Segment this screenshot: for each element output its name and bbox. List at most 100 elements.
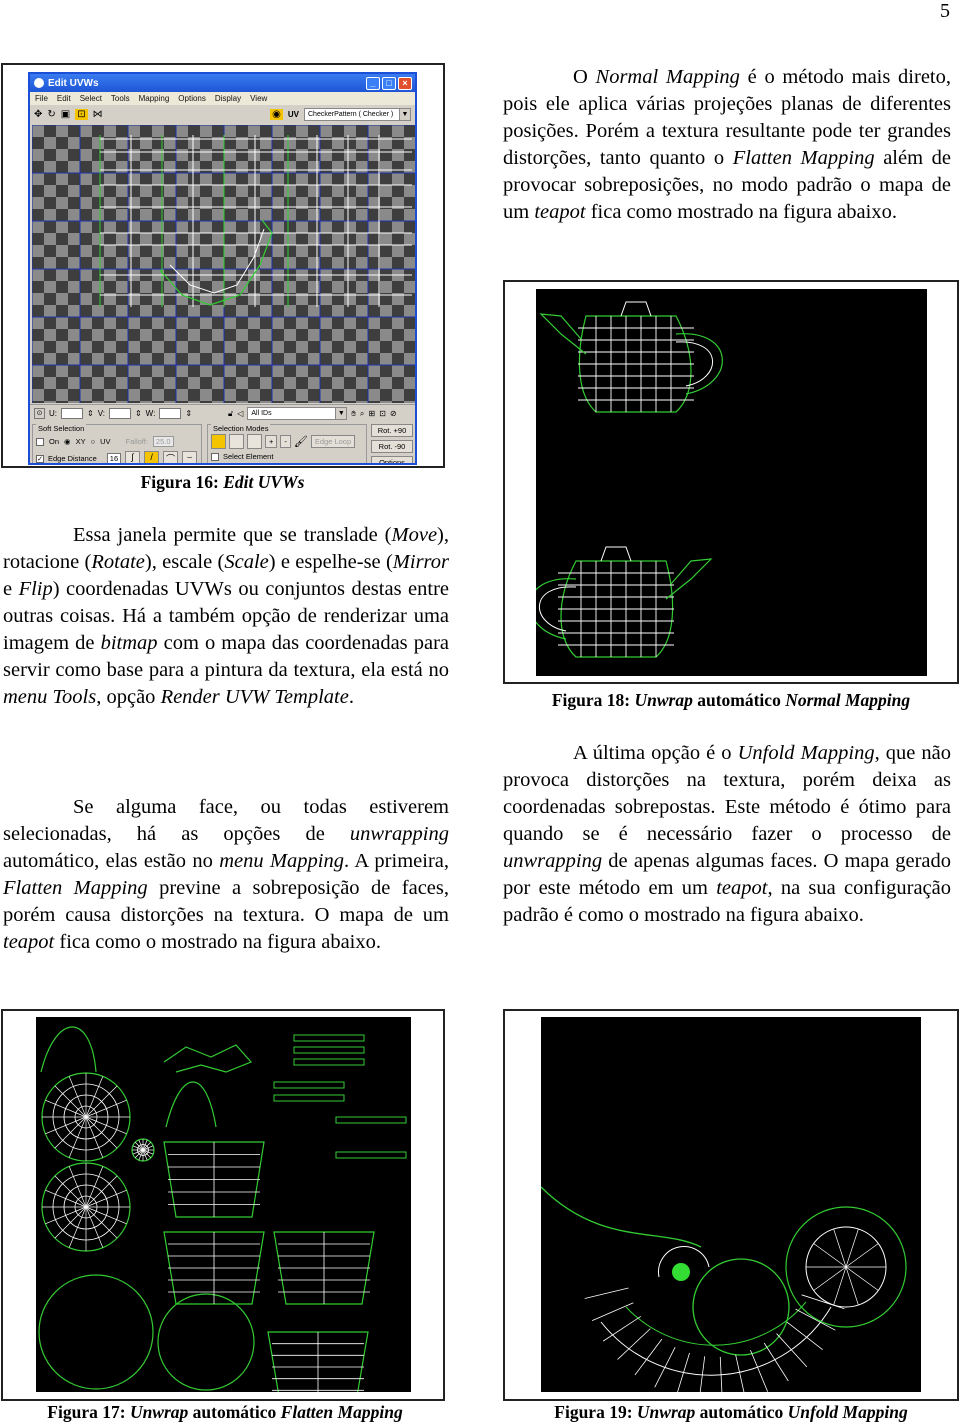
rotate-minus-90-button[interactable]: Rot. -90 xyxy=(371,440,413,453)
falloff-fast-button[interactable]: ⌣ xyxy=(182,451,198,463)
italic-term: bitmap xyxy=(100,632,158,654)
shrink-selection-button[interactable]: - xyxy=(280,435,291,448)
uv-canvas[interactable] xyxy=(32,125,415,403)
v-spinner[interactable]: ⇕ xyxy=(135,409,142,418)
mirror-icon[interactable]: ⋈ xyxy=(93,109,103,120)
u-label: U: xyxy=(49,409,57,418)
xy-radio[interactable]: ◉ xyxy=(64,437,71,446)
caption-italic-2: Flatten Mapping xyxy=(280,1402,403,1422)
app-logo-icon xyxy=(34,78,44,88)
vertex-mode-button[interactable] xyxy=(211,434,226,449)
id-dropdown[interactable]: All IDs ▼ xyxy=(247,407,348,420)
grow-selection-button[interactable]: + xyxy=(265,435,278,448)
strip-island xyxy=(293,1034,365,1042)
edge-loop-button[interactable]: Edge Loop xyxy=(310,435,356,448)
italic-term: teapot xyxy=(3,931,55,953)
caption-prefix: Figura 17: xyxy=(47,1402,126,1422)
filter-icon[interactable]: ◁ xyxy=(237,409,243,418)
base-spoke xyxy=(813,1266,847,1291)
checker-icon[interactable]: ◉ xyxy=(270,108,283,120)
base-island-spoke xyxy=(54,1206,87,1239)
teapot-lid xyxy=(600,546,632,562)
figure-17-caption: Figura 17: Unwrap automático Flatten Map… xyxy=(0,1402,450,1423)
zoom-icon[interactable]: ⌕ xyxy=(360,409,364,419)
falloff-smooth-button[interactable]: ∫ xyxy=(125,451,141,463)
zoom-extents-icon[interactable]: ⊡ xyxy=(379,409,386,418)
select-element-checkbox[interactable] xyxy=(211,452,219,461)
menu-edit[interactable]: Edit xyxy=(57,94,71,103)
rotate-plus-90-button[interactable]: Rot. +90 xyxy=(371,424,413,437)
edge-mode-button[interactable] xyxy=(229,434,244,449)
strip-island xyxy=(273,1094,345,1102)
base-island-spoke xyxy=(54,1175,87,1208)
snap-icon[interactable]: ⊙ xyxy=(34,408,45,419)
pan-icon[interactable]: ✋︎ xyxy=(351,409,356,419)
zoom-region-icon[interactable]: ⊞ xyxy=(368,409,375,418)
knob-island-spoke xyxy=(134,1149,144,1159)
italic-term: Rotate xyxy=(91,551,145,573)
menu-select[interactable]: Select xyxy=(80,94,102,103)
soft-selection-panel: Soft Selection On ◉ XY ○ UV Falloff: 25.… xyxy=(32,424,202,463)
falloff-input[interactable]: 25.0 xyxy=(152,436,174,447)
paint-select-icon[interactable]: 🖌︎ xyxy=(294,435,308,448)
window-titlebar: Edit UVWs _ □ × xyxy=(30,74,415,92)
coords-bar: ⊙ U: ⇕ V: ⇕ W: ⇕ 🔓︎ ◁ All IDs ▼ ✋︎ ⌕ ⊞ ⊡… xyxy=(30,404,415,422)
falloff-linear-button[interactable]: / xyxy=(144,451,160,463)
lid-island-spoke xyxy=(85,1116,118,1149)
selection-modes-panel: Selection Modes + - 🖌︎ Edge Loop Select … xyxy=(207,424,367,463)
menu-options[interactable]: Options xyxy=(178,94,206,103)
caption-middle: automático xyxy=(692,690,786,710)
unfold-uv-islands xyxy=(541,1186,907,1392)
base-spoke xyxy=(845,1243,879,1268)
body-arc xyxy=(625,1301,807,1346)
select-element-label: Select Element xyxy=(223,452,274,461)
u-input[interactable] xyxy=(61,408,83,419)
face-mode-button[interactable] xyxy=(247,434,262,449)
unfold-mapping-render xyxy=(541,1017,921,1392)
falloff-label: Falloff: xyxy=(125,437,148,446)
on-checkbox[interactable] xyxy=(36,437,44,446)
freeform-icon[interactable]: ⊡ xyxy=(75,108,88,120)
w-label: W: xyxy=(145,409,156,418)
options-button[interactable]: Options xyxy=(371,456,413,463)
body-radial-edge xyxy=(584,1287,629,1299)
text-run: , opção xyxy=(96,686,161,708)
v-input[interactable] xyxy=(108,408,131,419)
text-run: ), escale ( xyxy=(144,551,225,573)
uv-radio[interactable]: ○ xyxy=(91,437,96,446)
body-radial-edge xyxy=(735,1354,745,1392)
menu-file[interactable]: File xyxy=(35,94,48,103)
close-button[interactable]: × xyxy=(398,76,412,90)
minimize-button[interactable]: _ xyxy=(366,76,380,90)
texture-toggle-icon[interactable]: ⊘ xyxy=(390,409,397,418)
lid-island-spoke xyxy=(85,1085,118,1118)
italic-term: unwrapping xyxy=(349,823,449,845)
knob-island-spoke xyxy=(134,1141,144,1151)
menu-mapping[interactable]: Mapping xyxy=(139,94,170,103)
maximize-button[interactable]: □ xyxy=(382,76,396,90)
body-arc xyxy=(600,1306,832,1376)
edge-distance-checkbox[interactable]: ✓ xyxy=(36,454,44,463)
spout-strip xyxy=(541,1186,702,1248)
spout-island xyxy=(163,1044,253,1073)
scale-icon[interactable]: ▣ xyxy=(61,109,70,120)
texture-dropdown[interactable]: CheckerPattern ( Checker ) ▼ xyxy=(304,107,411,121)
paragraph-edit-window: Essa janela permite que se translade (Mo… xyxy=(3,522,449,711)
rotate-icon[interactable]: ↻ xyxy=(47,109,55,120)
teapot-spout xyxy=(539,313,587,355)
w-spinner[interactable]: ⇕ xyxy=(185,409,192,418)
italic-term: unwrapping xyxy=(503,850,603,872)
menu-tools[interactable]: Tools xyxy=(111,94,130,103)
falloff-slow-button[interactable]: ⌒ xyxy=(163,451,179,463)
italic-term: Flatten Mapping xyxy=(732,147,875,169)
move-icon[interactable]: ✥ xyxy=(34,109,42,120)
edge-distance-input[interactable]: 16 xyxy=(106,453,122,463)
u-spinner[interactable]: ⇕ xyxy=(87,409,94,418)
lock-icon[interactable]: 🔓︎ xyxy=(228,409,233,419)
w-input[interactable] xyxy=(159,408,182,419)
menu-view[interactable]: View xyxy=(250,94,267,103)
flatten-mapping-render xyxy=(36,1017,411,1392)
italic-term: Flatten Mapping xyxy=(3,877,148,899)
italic-term: Render UVW Template xyxy=(160,686,349,708)
menu-display[interactable]: Display xyxy=(215,94,241,103)
